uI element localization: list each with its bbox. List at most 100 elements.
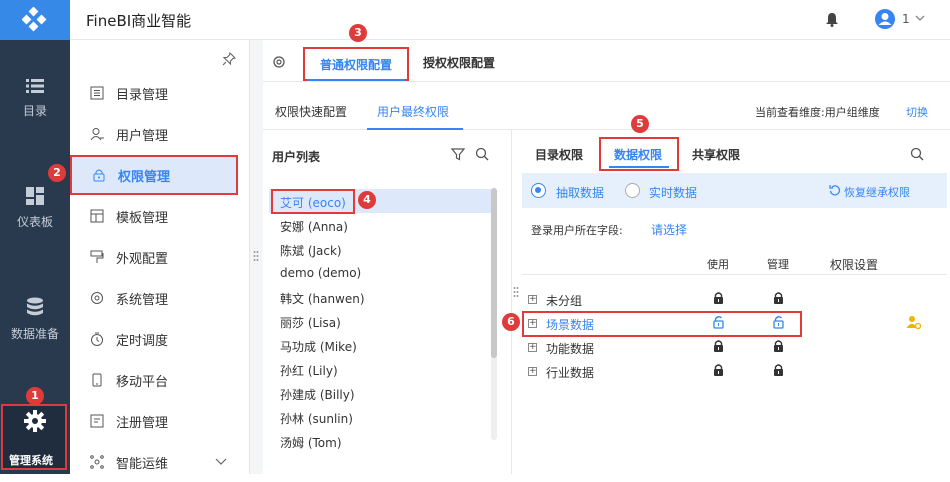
expand-icon[interactable]: + xyxy=(528,319,537,328)
avatar[interactable] xyxy=(875,9,895,29)
left-nav: 目录 仪表板 数据准备 管理系统 1 xyxy=(0,0,70,474)
radio-extract-label[interactable]: 抽取数据 xyxy=(556,184,604,201)
menu-system[interactable]: 系统管理 xyxy=(70,278,250,318)
tab-underline xyxy=(609,166,669,168)
user-item[interactable]: 汤姆 (Tom) xyxy=(280,434,342,451)
tab-general-label: 普通权限配置 xyxy=(320,58,393,72)
switch-link[interactable]: 切换 xyxy=(906,104,928,120)
expand-icon[interactable]: + xyxy=(528,295,537,304)
nav-data-prep-label: 数据准备 xyxy=(10,327,59,341)
lock-icon[interactable] xyxy=(713,291,724,305)
menu-item-label: 定时调度 xyxy=(116,333,169,349)
tab-data-permission[interactable]: 数据权限 xyxy=(599,137,679,171)
radio-realtime-label[interactable]: 实时数据 xyxy=(649,184,697,201)
ops-icon xyxy=(90,455,104,469)
user-item[interactable]: 韩文 (hanwen) xyxy=(280,290,365,307)
nav-catalog-label: 目录 xyxy=(22,104,47,118)
user-item[interactable]: 孙红 (Lily) xyxy=(280,362,338,379)
user-list-panel: 用户列表 艾可 (eoco) 安娜 (Anna) 陈斌 (Jack) demo … xyxy=(263,130,512,474)
filter-icon[interactable] xyxy=(451,147,465,161)
user-item[interactable]: 孙建成 (Billy) xyxy=(280,386,355,403)
unlock-icon[interactable] xyxy=(713,315,725,329)
step-badge: 6 xyxy=(502,313,520,331)
catalog-icon xyxy=(90,86,104,100)
tab-general-permission[interactable]: 普通权限配置 xyxy=(303,47,409,81)
menu-registration[interactable]: 注册管理 xyxy=(70,401,250,441)
chevron-down-icon[interactable] xyxy=(215,458,227,466)
radio-extract[interactable] xyxy=(531,183,546,198)
tab-quick-config[interactable]: 权限快速配置 xyxy=(275,103,347,120)
menu-users[interactable]: 用户管理 xyxy=(70,114,250,154)
user-setting-icon[interactable] xyxy=(906,315,922,330)
lock-icon[interactable] xyxy=(773,291,784,305)
nav-admin[interactable]: 管理系统 xyxy=(1,404,67,470)
search-icon[interactable] xyxy=(910,147,924,161)
menu-ops[interactable]: 智能运维 xyxy=(70,442,250,482)
lock-icon[interactable] xyxy=(773,339,784,353)
splitter[interactable] xyxy=(250,40,263,474)
lock-icon[interactable] xyxy=(713,363,724,377)
bell-icon[interactable] xyxy=(826,13,838,27)
expand-icon[interactable]: + xyxy=(528,367,537,376)
menu-item-label: 目录管理 xyxy=(116,87,169,103)
menu-schedule[interactable]: 定时调度 xyxy=(70,319,250,359)
settings-icon xyxy=(91,292,103,304)
step-badge: 1 xyxy=(26,387,44,405)
nav-data-prep[interactable]: 数据准备 xyxy=(0,297,70,342)
restore-link[interactable]: 恢复继承权限 xyxy=(844,184,910,200)
user-list-title: 用户列表 xyxy=(272,150,321,164)
menu-item-label: 外观配置 xyxy=(116,251,169,267)
scrollbar-track[interactable] xyxy=(491,188,497,440)
menu-item-label: 系统管理 xyxy=(116,292,169,308)
user-item[interactable]: 马功成 (Mike) xyxy=(280,338,357,355)
chevron-down-icon[interactable] xyxy=(915,15,925,22)
field-select-link[interactable]: 请选择 xyxy=(651,221,687,238)
step-badge: 5 xyxy=(631,115,649,133)
menu-permissions[interactable]: 权限管理 xyxy=(70,155,238,195)
unlock-icon[interactable] xyxy=(773,315,785,329)
user-number: 1 xyxy=(902,12,910,26)
settings-icon[interactable] xyxy=(272,55,286,69)
menu-item-label: 用户管理 xyxy=(116,128,169,144)
admin-menu: 目录管理 用户管理 权限管理 模板管理 外观配置 系统管理 定时调度 移动平台 … xyxy=(48,40,250,474)
nav-catalog[interactable]: 目录 xyxy=(0,78,70,119)
user-manage-icon xyxy=(90,128,104,141)
menu-mobile[interactable]: 移动平台 xyxy=(70,360,250,400)
scrollbar-thumb[interactable] xyxy=(491,188,497,358)
user-item[interactable]: demo (demo) xyxy=(280,266,361,280)
tab-final-permission[interactable]: 用户最终权限 xyxy=(377,103,449,120)
dashboard-icon xyxy=(26,187,44,205)
pin-icon[interactable] xyxy=(222,52,236,66)
database-icon xyxy=(27,297,43,316)
user-item[interactable]: 陈斌 (Jack) xyxy=(280,242,342,259)
radio-realtime[interactable] xyxy=(625,183,640,198)
menu-templates[interactable]: 模板管理 xyxy=(70,196,250,236)
tab-share-permission[interactable]: 共享权限 xyxy=(692,146,740,163)
drag-handle-icon xyxy=(253,251,259,261)
lock-icon[interactable] xyxy=(773,363,784,377)
expand-icon[interactable]: + xyxy=(528,343,537,352)
restore-icon[interactable] xyxy=(829,184,841,196)
nav-dashboard[interactable]: 仪表板 xyxy=(0,187,70,230)
user-item[interactable]: 艾可 (eoco) xyxy=(280,194,346,211)
perm-row-label: 行业数据 xyxy=(546,366,595,380)
user-item[interactable]: 孙林 (sunlin) xyxy=(280,410,353,427)
menu-appearance[interactable]: 外观配置 xyxy=(70,237,250,277)
col-use: 使用 xyxy=(707,258,729,271)
search-icon[interactable] xyxy=(475,147,489,161)
app-logo[interactable] xyxy=(0,0,70,40)
dimension-label: 当前查看维度:用户组维度 xyxy=(755,106,880,119)
user-item[interactable]: 丽莎 (Lisa) xyxy=(280,314,341,331)
template-icon xyxy=(90,209,104,223)
user-item[interactable]: 安娜 (Anna) xyxy=(280,218,348,235)
tab-catalog-permission[interactable]: 目录权限 xyxy=(535,146,583,163)
tab-grant-permission[interactable]: 授权权限配置 xyxy=(423,54,495,71)
top-bar: FineBI商业智能 1 xyxy=(70,0,950,40)
col-manage: 管理 xyxy=(767,258,789,271)
drag-handle-icon[interactable] xyxy=(513,286,519,298)
lock-icon[interactable] xyxy=(713,339,724,353)
register-icon xyxy=(90,414,104,428)
tab-underline xyxy=(307,79,405,81)
menu-catalog[interactable]: 目录管理 xyxy=(70,73,250,113)
